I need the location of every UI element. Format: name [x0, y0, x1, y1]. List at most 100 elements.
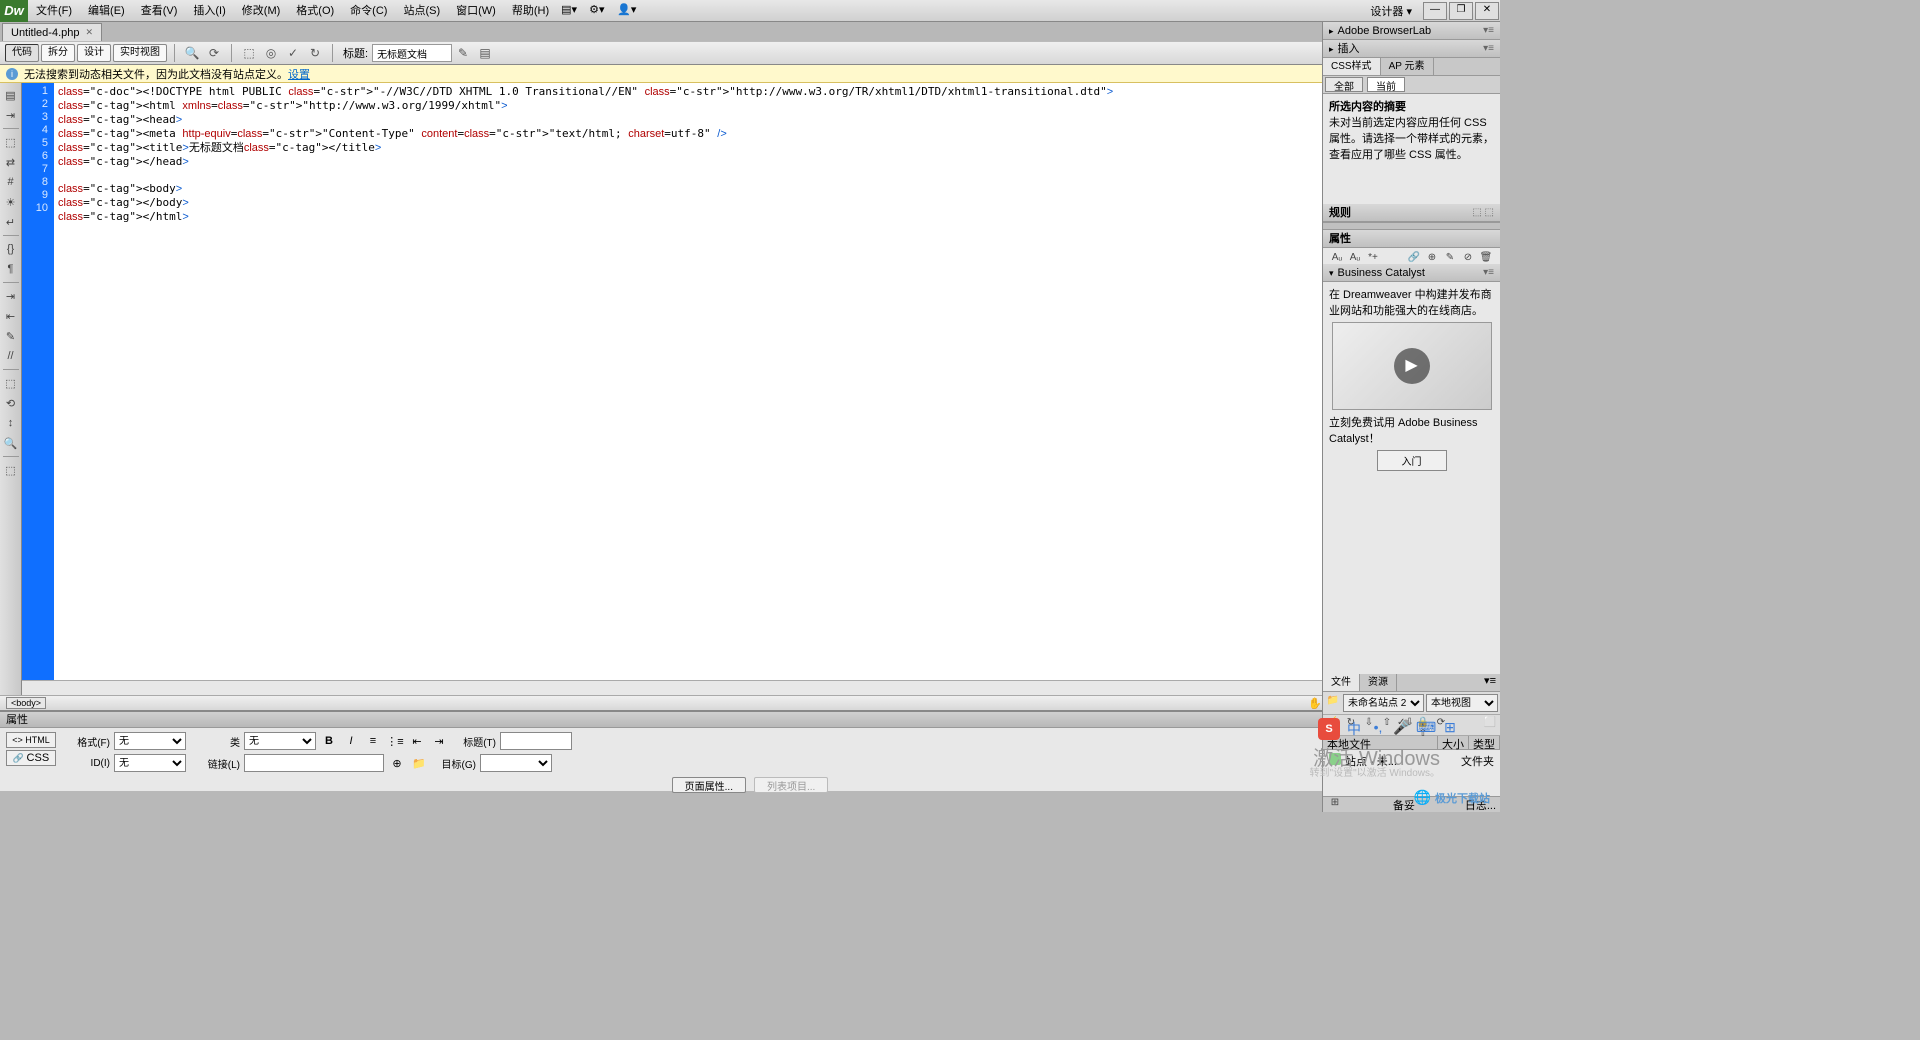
indent-button[interactable]: ⇥ — [430, 732, 448, 750]
files-tab[interactable]: 文件 — [1323, 674, 1360, 691]
menu-format[interactable]: 格式(O) — [288, 0, 342, 22]
menu-commands[interactable]: 命令(C) — [342, 0, 395, 22]
document-tab[interactable]: Untitled-4.php ✕ — [2, 23, 102, 41]
maximize-button[interactable]: ❐ — [1449, 2, 1473, 20]
css-all-button[interactable]: 全部 — [1325, 77, 1363, 92]
code-view-button[interactable]: 代码 — [5, 44, 39, 62]
indent-icon[interactable]: ⇥ — [2, 287, 20, 305]
wrap-tag-icon[interactable]: ⬚ — [2, 461, 20, 479]
options-icon[interactable]: ▤ — [476, 44, 494, 62]
browserlab-panel-header[interactable]: ▸Adobe BrowserLab▾≡ — [1323, 22, 1500, 40]
folder-icon[interactable]: 📁 — [410, 754, 428, 772]
notification-link[interactable]: 设置 — [288, 66, 310, 82]
menu-insert[interactable]: 插入(I) — [185, 0, 233, 22]
settings-icon[interactable]: ⚙▾ — [589, 3, 609, 19]
menu-view[interactable]: 查看(V) — [133, 0, 186, 22]
syntax-icon[interactable]: {} — [2, 240, 20, 258]
close-button[interactable]: ✕ — [1475, 2, 1499, 20]
info-icon: i — [6, 68, 18, 80]
site-select[interactable]: 未命名站点 2 — [1343, 694, 1424, 712]
list-item-button: 列表项目... — [754, 777, 828, 793]
id-select[interactable]: 无 — [114, 754, 186, 772]
designer-dropdown[interactable]: 设计器 ▾ — [1360, 3, 1422, 19]
comment-icon[interactable]: // — [2, 347, 20, 365]
menu-site[interactable]: 站点(S) — [395, 0, 448, 22]
split-view-button[interactable]: 拆分 — [41, 44, 75, 62]
move-icon[interactable]: ↕ — [2, 414, 20, 432]
check-icon[interactable]: ✓ — [284, 44, 302, 62]
layout-icon[interactable]: ▤▾ — [561, 3, 581, 19]
line-numbers-icon[interactable]: # — [2, 173, 20, 191]
design-view-button[interactable]: 设计 — [77, 44, 111, 62]
live-code-icon[interactable]: ⟳ — [205, 44, 223, 62]
assets-tab[interactable]: 资源 — [1360, 674, 1397, 691]
ime-mic-icon[interactable]: 🎤 — [1392, 719, 1412, 739]
italic-button[interactable]: I — [342, 732, 360, 750]
browser-icon[interactable]: ◎ — [262, 44, 280, 62]
link-picker-icon[interactable]: ⊕ — [388, 754, 406, 772]
server-icon[interactable]: ⬚ — [240, 44, 258, 62]
ime-sogou-icon[interactable]: S — [1318, 718, 1340, 740]
highlight-icon[interactable]: ☀ — [2, 193, 20, 211]
format-select[interactable]: 无 — [114, 732, 186, 750]
title-label: 标题: — [343, 45, 368, 61]
hidden-chars-icon[interactable]: ¶ — [2, 260, 20, 278]
css-current-button[interactable]: 当前 — [1367, 77, 1405, 92]
bc-video-thumbnail[interactable]: ▶ — [1332, 322, 1492, 410]
menu-window[interactable]: 窗口(W) — [448, 0, 504, 22]
code-editor[interactable]: 12345678910 class="c-doc"><!DOCTYPE html… — [22, 83, 1500, 680]
ime-lang-icon[interactable]: 中 — [1344, 719, 1364, 739]
inspect-icon[interactable]: 🔍 — [183, 44, 201, 62]
menu-help[interactable]: 帮助(H) — [504, 0, 557, 22]
target-select[interactable] — [480, 754, 552, 772]
ol-button[interactable]: ⋮≡ — [386, 732, 404, 750]
horizontal-scrollbar[interactable] — [22, 680, 1500, 695]
recent-icon[interactable]: ⟲ — [2, 394, 20, 412]
breadcrumb-body-tag[interactable]: <body> — [6, 697, 46, 709]
menu-file[interactable]: 文件(F) — [28, 0, 80, 22]
ul-button[interactable]: ≡ — [364, 732, 382, 750]
class-select[interactable]: 无 — [244, 732, 316, 750]
refresh-icon[interactable]: ↻ — [306, 44, 324, 62]
view-select[interactable]: 本地视图 — [1426, 694, 1498, 712]
menu-modify[interactable]: 修改(M) — [234, 0, 289, 22]
open-docs-icon[interactable]: ▤ — [2, 86, 20, 104]
page-properties-button[interactable]: 页面属性... — [672, 777, 746, 793]
live-view-button[interactable]: 实时视图 — [113, 44, 167, 62]
files-options-icon[interactable]: ⊞ — [1327, 797, 1343, 813]
outdent-button[interactable]: ⇤ — [408, 732, 426, 750]
title-input[interactable] — [372, 44, 452, 62]
extension-icon[interactable]: 👤▾ — [617, 3, 637, 19]
bc-start-button[interactable]: 入门 — [1377, 450, 1447, 471]
tab-close-icon[interactable]: ✕ — [86, 27, 94, 38]
code-toolbar: ▤ ⇥ ⬚ ⇄ # ☀ ↵ {} ¶ ⇥ ⇤ ✎ // ⬚ ⟲ ↕ 🔍 ⬚ — [0, 83, 22, 695]
css-mode-button[interactable]: 🔗 CSS — [6, 750, 56, 766]
ime-more-icon[interactable]: ⊞ — [1440, 719, 1460, 739]
format-icon[interactable]: ✎ — [2, 327, 20, 345]
ime-toolbar[interactable]: S 中 •, 🎤 ⌨ ⊞ — [1318, 718, 1460, 740]
ime-keyboard-icon[interactable]: ⌨ — [1416, 719, 1436, 739]
menu-edit[interactable]: 编辑(E) — [80, 0, 133, 22]
link-input[interactable] — [244, 754, 384, 772]
ime-punct-icon[interactable]: •, — [1368, 719, 1388, 739]
outdent-icon[interactable]: ⇤ — [2, 307, 20, 325]
bold-button[interactable]: B — [320, 732, 338, 750]
word-wrap-icon[interactable]: ↵ — [2, 213, 20, 231]
balance-icon[interactable]: ⇄ — [2, 153, 20, 171]
find-icon[interactable]: 🔍 — [2, 434, 20, 452]
insert-panel-header[interactable]: ▸插入▾≡ — [1323, 40, 1500, 58]
collapse-icon[interactable]: ⇥ — [2, 106, 20, 124]
select-parent-icon[interactable]: ⬚ — [2, 133, 20, 151]
bc-panel-header[interactable]: ▾Business Catalyst▾≡ — [1323, 264, 1500, 282]
title2-input[interactable] — [500, 732, 572, 750]
wand-icon[interactable]: ✎ — [454, 44, 472, 62]
css-styles-tab[interactable]: CSS样式 — [1323, 58, 1381, 75]
snippets-icon[interactable]: ⬚ — [2, 374, 20, 392]
minimize-button[interactable]: — — [1423, 2, 1447, 20]
expand-files-icon[interactable]: ⬜ — [1482, 717, 1498, 733]
hand-icon[interactable]: ✋ — [1308, 697, 1320, 709]
code-content[interactable]: class="c-doc"><!DOCTYPE html PUBLIC clas… — [54, 83, 1500, 680]
ap-elements-tab[interactable]: AP 元素 — [1381, 58, 1434, 75]
properties-panel: 属性 ▾≡ <> HTML 🔗 CSS 格式(F) 无 ID(I) 无 类 无 … — [0, 711, 1500, 791]
html-mode-button[interactable]: <> HTML — [6, 732, 56, 748]
